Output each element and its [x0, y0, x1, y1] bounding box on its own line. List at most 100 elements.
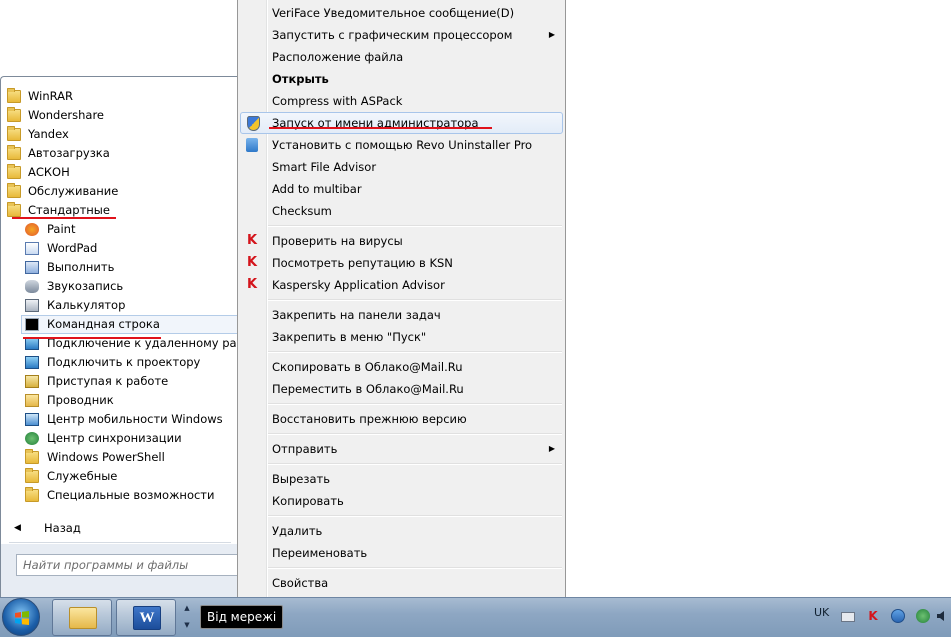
windows-logo-icon	[14, 610, 30, 626]
getting-started-icon	[25, 375, 39, 388]
context-menu-item-label: Посмотреть репутацию в KSN	[272, 252, 453, 274]
language-indicator[interactable]: UK	[814, 606, 829, 619]
program-item-label: WordPad	[47, 239, 97, 258]
program-item[interactable]: Windows PowerShell	[1, 448, 239, 467]
back-arrow-icon: ◀	[14, 518, 21, 538]
context-menu-item[interactable]: Удалить	[240, 520, 563, 542]
program-item-label: Служебные	[47, 467, 117, 486]
context-menu-item-label: Проверить на вирусы	[272, 230, 403, 252]
folder-icon	[25, 470, 39, 483]
context-menu-item[interactable]: Вырезать	[240, 468, 563, 490]
context-menu-item[interactable]: Checksum	[240, 200, 563, 222]
context-menu-item[interactable]: Smart File Advisor	[240, 156, 563, 178]
context-menu-item[interactable]: VeriFace Уведомительное сообщение(D)	[240, 2, 563, 24]
context-menu-item[interactable]: Расположение файла	[240, 46, 563, 68]
program-item[interactable]: Обслуживание	[1, 182, 239, 201]
start-button[interactable]	[2, 598, 40, 636]
context-menu-item-label: Вырезать	[272, 468, 330, 490]
context-menu-item[interactable]: Add to multibar	[240, 178, 563, 200]
context-menu-item[interactable]: Свойства	[240, 572, 563, 594]
context-menu-item[interactable]: Запустить с графическим процессором▶	[240, 24, 563, 46]
context-menu-item[interactable]: K Kaspersky Application Advisor	[240, 274, 563, 296]
mobility-center-icon	[25, 413, 39, 426]
context-menu-item-label: Переместить в Облако@Mail.Ru	[272, 378, 464, 400]
kaspersky-tray-icon[interactable]: K	[866, 609, 880, 623]
chevron-down-icon[interactable]: ▼	[180, 617, 194, 634]
context-menu-item-label: Kaspersky Application Advisor	[272, 274, 445, 296]
context-menu-item-label: Восстановить прежнюю версию	[272, 408, 467, 430]
program-item[interactable]: Приступая к работе	[1, 372, 239, 391]
context-menu-item[interactable]: Скопировать в Облако@Mail.Ru	[240, 356, 563, 378]
program-item[interactable]: Специальные возможности	[1, 486, 239, 505]
program-item[interactable]: Центр синхронизации	[1, 429, 239, 448]
context-menu-item[interactable]: Закрепить в меню "Пуск"	[240, 326, 563, 348]
paint-icon	[25, 223, 39, 236]
program-item[interactable]: Служебные	[1, 467, 239, 486]
program-item-label: Windows PowerShell	[47, 448, 165, 467]
program-item-label: Центр мобильности Windows	[47, 410, 223, 429]
program-item[interactable]: Wondershare	[1, 106, 239, 125]
context-menu-item-label: Удалить	[272, 520, 322, 542]
sync-center-icon	[25, 432, 39, 445]
program-item-label: Проводник	[47, 391, 114, 410]
chevron-up-icon[interactable]: ▲	[180, 600, 194, 617]
calculator-icon	[25, 299, 39, 312]
keyboard-icon[interactable]	[841, 612, 855, 622]
program-item[interactable]: Проводник	[1, 391, 239, 410]
context-menu-item[interactable]: KПосмотреть репутацию в KSN	[240, 252, 563, 274]
uac-shield-icon	[247, 116, 260, 131]
menu-separator	[268, 403, 562, 405]
context-menu-item-label: Запустить с графическим процессором	[272, 24, 512, 46]
context-menu-item[interactable]: Восстановить прежнюю версию	[240, 408, 563, 430]
folder-icon	[7, 204, 21, 217]
program-item[interactable]: Paint	[1, 220, 239, 239]
program-item-label: Paint	[47, 220, 75, 239]
submenu-arrow-icon: ▶	[549, 438, 555, 460]
kaspersky-icon: K	[244, 277, 260, 293]
context-menu-item-label: Add to multibar	[272, 178, 362, 200]
context-menu-item-label: VeriFace Уведомительное сообщение(D)	[272, 2, 514, 24]
program-item-label: Wondershare	[28, 106, 104, 125]
context-menu-item[interactable]: Открыть	[240, 68, 563, 90]
context-menu-item-label: Закрепить в меню "Пуск"	[272, 326, 426, 348]
program-item-label: Калькулятор	[47, 296, 125, 315]
context-menu-item[interactable]: Переименовать	[240, 542, 563, 564]
program-item[interactable]: АСКОН	[1, 163, 239, 182]
annotation-underline-cmd	[23, 337, 161, 339]
context-menu-item[interactable]: Копировать	[240, 490, 563, 512]
volume-icon[interactable]	[936, 609, 950, 623]
back-button[interactable]: ◀ Назад	[1, 518, 239, 538]
taskbar-explorer-button[interactable]	[52, 599, 112, 636]
taskbar-word-button[interactable]: W	[116, 599, 176, 636]
sync-icon[interactable]	[916, 609, 930, 623]
program-item[interactable]: Автозагрузка	[1, 144, 239, 163]
program-item[interactable]: Калькулятор	[1, 296, 239, 315]
network-icon[interactable]	[891, 609, 905, 623]
context-menu-item[interactable]: Compress with ASPack	[240, 90, 563, 112]
program-item[interactable]: Подключить к проектору	[1, 353, 239, 372]
program-item[interactable]: WinRAR	[1, 87, 239, 106]
program-item[interactable]: Командная строка	[21, 315, 239, 334]
context-menu-item[interactable]: Запуск от имени администратора	[240, 112, 563, 134]
program-item[interactable]: Выполнить	[1, 258, 239, 277]
program-item[interactable]: Центр мобильности Windows	[1, 410, 239, 429]
context-menu-item-label: Checksum	[272, 200, 332, 222]
context-menu-item[interactable]: Переместить в Облако@Mail.Ru	[240, 378, 563, 400]
divider	[9, 542, 231, 543]
program-item-label: Командная строка	[47, 315, 160, 334]
folder-icon	[7, 185, 21, 198]
context-menu-item-label: Свойства	[272, 572, 328, 594]
program-item[interactable]: WordPad	[1, 239, 239, 258]
program-item-label: WinRAR	[28, 87, 73, 106]
context-menu-item[interactable]: KПроверить на вирусы	[240, 230, 563, 252]
projector-icon	[25, 356, 39, 369]
search-input[interactable]: Найти программы и файлы	[16, 554, 238, 576]
context-menu-item-label: Compress with ASPack	[272, 90, 402, 112]
context-menu-item[interactable]: Закрепить на панели задач	[240, 304, 563, 326]
context-menu-item[interactable]: Отправить▶	[240, 438, 563, 460]
program-item[interactable]: Звукозапись	[1, 277, 239, 296]
context-menu-item[interactable]: Установить с помощью Revo Uninstaller Pr…	[240, 134, 563, 156]
taskbar-scroll[interactable]: ▲ ▼	[180, 600, 194, 634]
context-menu-item-label: Установить с помощью Revo Uninstaller Pr…	[272, 134, 532, 156]
program-item[interactable]: Yandex	[1, 125, 239, 144]
